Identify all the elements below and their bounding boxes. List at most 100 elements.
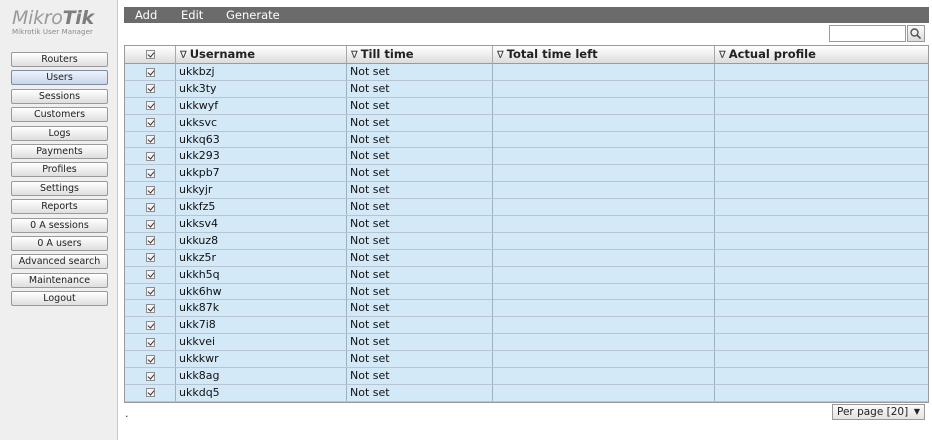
column-username[interactable]: ∇ Username <box>176 46 347 64</box>
mikrotik-logo: MikroTik Mikrotik User Manager <box>12 9 112 37</box>
row-checkbox[interactable] <box>145 202 155 212</box>
sidebar-item-settings[interactable]: Settings <box>11 180 108 196</box>
cell-actual-profile <box>715 300 928 316</box>
row-checkbox-cell[interactable] <box>125 384 176 401</box>
table-row[interactable]: ukkpb7 Not set <box>125 165 928 183</box>
table-row[interactable]: ukkdq5 Not set <box>125 384 928 402</box>
row-checkbox[interactable] <box>145 118 155 128</box>
row-checkbox-cell[interactable] <box>125 249 176 266</box>
row-checkbox[interactable] <box>145 151 155 161</box>
column-till-time[interactable]: ∇ Till time <box>347 46 493 64</box>
row-checkbox[interactable] <box>145 253 155 263</box>
sidebar-item-users[interactable]: Users <box>11 70 108 86</box>
menu-edit[interactable]: Edit <box>181 8 203 22</box>
table-row[interactable]: ukk7i8 Not set <box>125 317 928 335</box>
row-checkbox[interactable] <box>145 185 155 195</box>
table-row[interactable]: ukksvc Not set <box>125 114 928 132</box>
column-total-time-left[interactable]: ∇ Total time left <box>493 46 715 64</box>
select-all-checkbox[interactable] <box>145 49 155 59</box>
table-row[interactable]: ukksv4 Not set <box>125 216 928 233</box>
per-page-select[interactable]: Per page [20] ▼ <box>832 404 925 420</box>
row-checkbox-cell[interactable] <box>125 232 176 249</box>
sidebar-item-logout[interactable]: Logout <box>11 291 108 307</box>
row-checkbox[interactable] <box>145 354 155 364</box>
row-checkbox[interactable] <box>145 84 155 94</box>
search-box <box>829 25 925 42</box>
table-row[interactable]: ukkuz8 Not set <box>125 232 928 250</box>
table-row[interactable]: ukkh5q Not set <box>125 266 928 284</box>
row-checkbox[interactable] <box>145 337 155 347</box>
table-row[interactable]: ukkwyf Not set <box>125 97 928 115</box>
row-checkbox-cell[interactable] <box>125 351 176 368</box>
row-checkbox[interactable] <box>145 101 155 111</box>
row-checkbox-cell[interactable] <box>125 283 176 300</box>
table-row[interactable]: ukk87k Not set <box>125 300 928 318</box>
search-button[interactable] <box>907 25 925 42</box>
column-actual-profile[interactable]: ∇ Actual profile <box>715 46 928 64</box>
row-checkbox-cell[interactable] <box>125 64 176 80</box>
table-row[interactable]: ukk293 Not set <box>125 148 928 166</box>
sidebar-item-logs[interactable]: Logs <box>11 125 108 141</box>
row-checkbox-cell[interactable] <box>125 114 176 131</box>
row-checkbox-cell[interactable] <box>125 165 176 182</box>
row-checkbox[interactable] <box>145 270 155 280</box>
cell-actual-profile <box>715 334 928 350</box>
table-row[interactable]: ukkbzj Not set <box>125 64 928 81</box>
cell-till-time: Not set <box>347 300 493 317</box>
row-checkbox-cell[interactable] <box>125 216 176 233</box>
row-checkbox-cell[interactable] <box>125 97 176 114</box>
menubar: Add Edit Generate <box>124 7 929 23</box>
row-checkbox-cell[interactable] <box>125 334 176 351</box>
row-checkbox-cell[interactable] <box>125 300 176 317</box>
row-checkbox[interactable] <box>145 168 155 178</box>
cell-till-time: Not set <box>347 283 493 300</box>
row-checkbox[interactable] <box>145 287 155 297</box>
row-checkbox[interactable] <box>145 320 155 330</box>
sidebar-item-maintenance[interactable]: Maintenance <box>11 272 108 288</box>
cell-username: ukkz5r <box>176 249 347 266</box>
cell-total-time-left <box>493 384 715 401</box>
cell-username: ukk7i8 <box>176 317 347 334</box>
select-all-checkbox-cell[interactable] <box>125 46 176 64</box>
table-row[interactable]: ukkkwr Not set <box>125 351 928 369</box>
row-checkbox-cell[interactable] <box>125 80 176 97</box>
search-input[interactable] <box>829 25 906 42</box>
cell-till-time: Not set <box>347 131 493 148</box>
row-checkbox[interactable] <box>145 303 155 313</box>
cell-actual-profile <box>715 267 928 283</box>
table-row[interactable]: ukkz5r Not set <box>125 249 928 267</box>
row-checkbox-cell[interactable] <box>125 368 176 385</box>
table-row[interactable]: ukkvei Not set <box>125 334 928 352</box>
cell-till-time: Not set <box>347 80 493 97</box>
menu-add[interactable]: Add <box>135 8 157 22</box>
table-row[interactable]: ukk8ag Not set <box>125 368 928 385</box>
sidebar-item-profiles[interactable]: Profiles <box>11 162 108 178</box>
row-checkbox[interactable] <box>145 219 155 229</box>
sidebar-item-0-a-sessions[interactable]: 0 A sessions <box>11 217 108 233</box>
sidebar-item-routers[interactable]: Routers <box>11 52 108 67</box>
row-checkbox-cell[interactable] <box>125 148 176 165</box>
row-checkbox-cell[interactable] <box>125 182 176 199</box>
row-checkbox[interactable] <box>145 135 155 145</box>
row-checkbox[interactable] <box>145 371 155 381</box>
row-checkbox-cell[interactable] <box>125 317 176 334</box>
table-row[interactable]: ukk6hw Not set <box>125 283 928 301</box>
cell-till-time: Not set <box>347 351 493 368</box>
table-row[interactable]: ukkfz5 Not set <box>125 199 928 217</box>
sidebar-item-payments[interactable]: Payments <box>11 143 108 159</box>
menu-generate[interactable]: Generate <box>226 8 280 22</box>
table-row[interactable]: ukkyjr Not set <box>125 182 928 200</box>
sidebar-item-sessions[interactable]: Sessions <box>11 88 108 104</box>
row-checkbox-cell[interactable] <box>125 266 176 283</box>
row-checkbox[interactable] <box>145 388 155 398</box>
sidebar-item-advanced-search[interactable]: Advanced search <box>11 254 108 270</box>
table-row[interactable]: ukkq63 Not set <box>125 131 928 149</box>
sidebar-item-reports[interactable]: Reports <box>11 199 108 215</box>
sidebar-item-customers[interactable]: Customers <box>11 107 108 123</box>
row-checkbox[interactable] <box>145 236 155 246</box>
row-checkbox-cell[interactable] <box>125 131 176 148</box>
table-row[interactable]: ukk3ty Not set <box>125 80 928 98</box>
sidebar-item-0-a-users[interactable]: 0 A users <box>11 235 108 251</box>
row-checkbox[interactable] <box>145 67 155 77</box>
row-checkbox-cell[interactable] <box>125 199 176 216</box>
